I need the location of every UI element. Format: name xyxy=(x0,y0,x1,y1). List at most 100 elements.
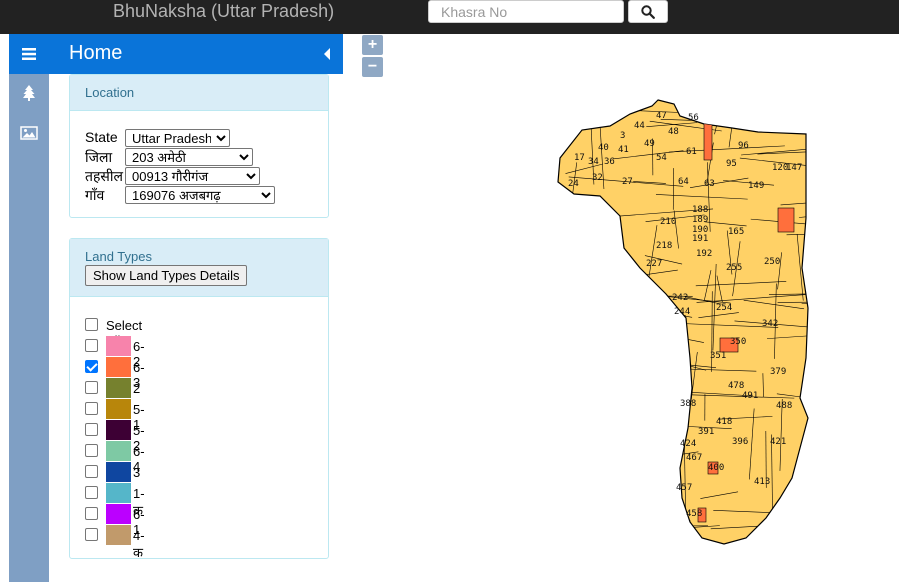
parcel-line xyxy=(577,369,645,378)
state-label: State xyxy=(85,129,118,145)
parcel-label: 36 xyxy=(604,157,615,167)
app-title[interactable]: BhuNaksha (Uttar Pradesh) xyxy=(113,0,334,22)
parcel-label: 47 xyxy=(656,111,667,121)
parcel-line xyxy=(626,332,688,339)
parcel-label: 61 xyxy=(686,147,697,157)
parcel-label: 254 xyxy=(716,303,732,313)
parcel-line xyxy=(801,455,808,492)
parcel-line xyxy=(669,485,671,512)
zoom-in-button[interactable]: + xyxy=(362,35,383,55)
parcel-line xyxy=(590,441,636,453)
land-types-header: Land Types Show Land Types Details xyxy=(70,239,328,297)
parcel-label: 379 xyxy=(770,367,786,377)
land-type-color-swatch xyxy=(106,399,131,419)
parcel-line xyxy=(598,454,601,516)
cadastral-map[interactable]: 47 56 48 61 44 3 40 41 49 34 36 17 24 32 27 64 54 63 9596 1… xyxy=(556,98,810,546)
tree-icon xyxy=(23,85,35,101)
land-type-color-swatch xyxy=(106,504,131,524)
menu-toggle-button[interactable] xyxy=(9,34,49,74)
village-label: गाँव xyxy=(85,187,105,203)
land-type-color-swatch xyxy=(106,336,131,356)
parcel-label: 3 xyxy=(620,131,625,141)
parcel-label: 24 xyxy=(568,179,579,189)
parcel-line xyxy=(639,342,684,349)
parcel-label: 421 xyxy=(770,437,786,447)
parcel-line xyxy=(562,343,622,347)
land-type-color-swatch xyxy=(106,483,131,503)
parcel-label: 478 xyxy=(728,381,744,391)
parcel-label: 41 xyxy=(618,145,629,155)
parcel-label: 418 xyxy=(716,417,732,427)
land-type-label: 3 xyxy=(133,465,141,480)
image-icon xyxy=(20,126,38,140)
collapse-left-icon[interactable] xyxy=(323,47,331,61)
parcel-line xyxy=(617,331,620,367)
parcel-label: 342 xyxy=(762,319,778,329)
parcel-label: 218 xyxy=(656,241,672,251)
parcel-label: 413 xyxy=(754,477,770,487)
parcel-label: 210 xyxy=(660,217,676,227)
parcel-label: 467 xyxy=(686,453,702,463)
select-all-checkbox[interactable] xyxy=(85,318,98,331)
land-type-checkbox[interactable] xyxy=(85,507,98,520)
parcel-label: 424 xyxy=(680,439,696,449)
parcel-label: 34 xyxy=(588,157,599,167)
parcel-label: 188 xyxy=(692,205,708,215)
parcel-line xyxy=(797,498,803,531)
land-type-checkbox[interactable] xyxy=(85,444,98,457)
zoom-out-button[interactable]: − xyxy=(362,57,383,77)
top-navbar: BhuNaksha (Uttar Pradesh) xyxy=(0,0,899,34)
search-button[interactable] xyxy=(628,0,668,23)
highlighted-parcel xyxy=(703,119,713,161)
parcel-label: 227 xyxy=(646,259,662,269)
image-tab[interactable] xyxy=(9,118,49,148)
land-type-label: 2 xyxy=(133,381,141,396)
parcel-line xyxy=(595,386,687,394)
state-select[interactable]: Uttar Pradesh xyxy=(125,129,230,147)
parcel-label: 491 xyxy=(742,391,758,401)
land-type-checkbox[interactable] xyxy=(85,423,98,436)
land-type-color-swatch xyxy=(106,378,131,398)
parcel-label: 56 xyxy=(688,113,699,123)
land-type-checkbox[interactable] xyxy=(85,339,98,352)
tehsil-select[interactable]: 00913 गौरीगंज xyxy=(125,167,260,185)
land-type-checkbox[interactable] xyxy=(85,381,98,394)
parcel-line xyxy=(566,255,570,345)
land-type-color-swatch xyxy=(106,525,131,545)
land-type-checkbox[interactable] xyxy=(85,465,98,478)
parcel-line xyxy=(660,344,669,420)
land-type-checkbox[interactable] xyxy=(85,528,98,541)
parcel-line xyxy=(575,386,651,393)
parcel-label: 48 xyxy=(668,127,679,137)
land-type-label: 4-क xyxy=(133,528,145,560)
parcel-label: 40 xyxy=(598,143,609,153)
land-type-checkbox[interactable] xyxy=(85,402,98,415)
parcel-label: 49 xyxy=(644,139,655,149)
village-select[interactable]: 169076 अजबगढ़ xyxy=(125,186,275,204)
parcel-line xyxy=(577,244,585,294)
parcel-line xyxy=(601,467,663,471)
parcel-label: 192 xyxy=(696,249,712,259)
layers-tab[interactable] xyxy=(9,78,49,108)
land-type-checkbox[interactable] xyxy=(85,486,98,499)
parcel-label: 95 xyxy=(726,159,737,169)
parcel-label: 396 xyxy=(732,437,748,447)
parcel-line xyxy=(683,520,691,544)
parcel-line xyxy=(563,350,568,420)
district-select[interactable]: 203 अमेठी xyxy=(125,148,253,166)
icon-rail xyxy=(9,74,49,582)
show-land-types-details-button[interactable]: Show Land Types Details xyxy=(85,265,248,286)
land-type-checkbox[interactable] xyxy=(85,360,98,373)
land-type-color-swatch xyxy=(106,462,131,482)
khasra-search-input[interactable] xyxy=(428,0,624,23)
parcel-label: 27 xyxy=(622,177,633,187)
home-bar: Home xyxy=(9,34,343,74)
parcel-line xyxy=(779,123,808,133)
parcel-label: 391 xyxy=(698,427,714,437)
parcel-line xyxy=(623,545,631,546)
parcel-label: 17 xyxy=(574,153,585,163)
parcel-label: 458 xyxy=(686,509,702,519)
parcel-line xyxy=(636,380,644,432)
parcel-label: 250 xyxy=(764,257,780,267)
parcel-line xyxy=(807,341,808,350)
